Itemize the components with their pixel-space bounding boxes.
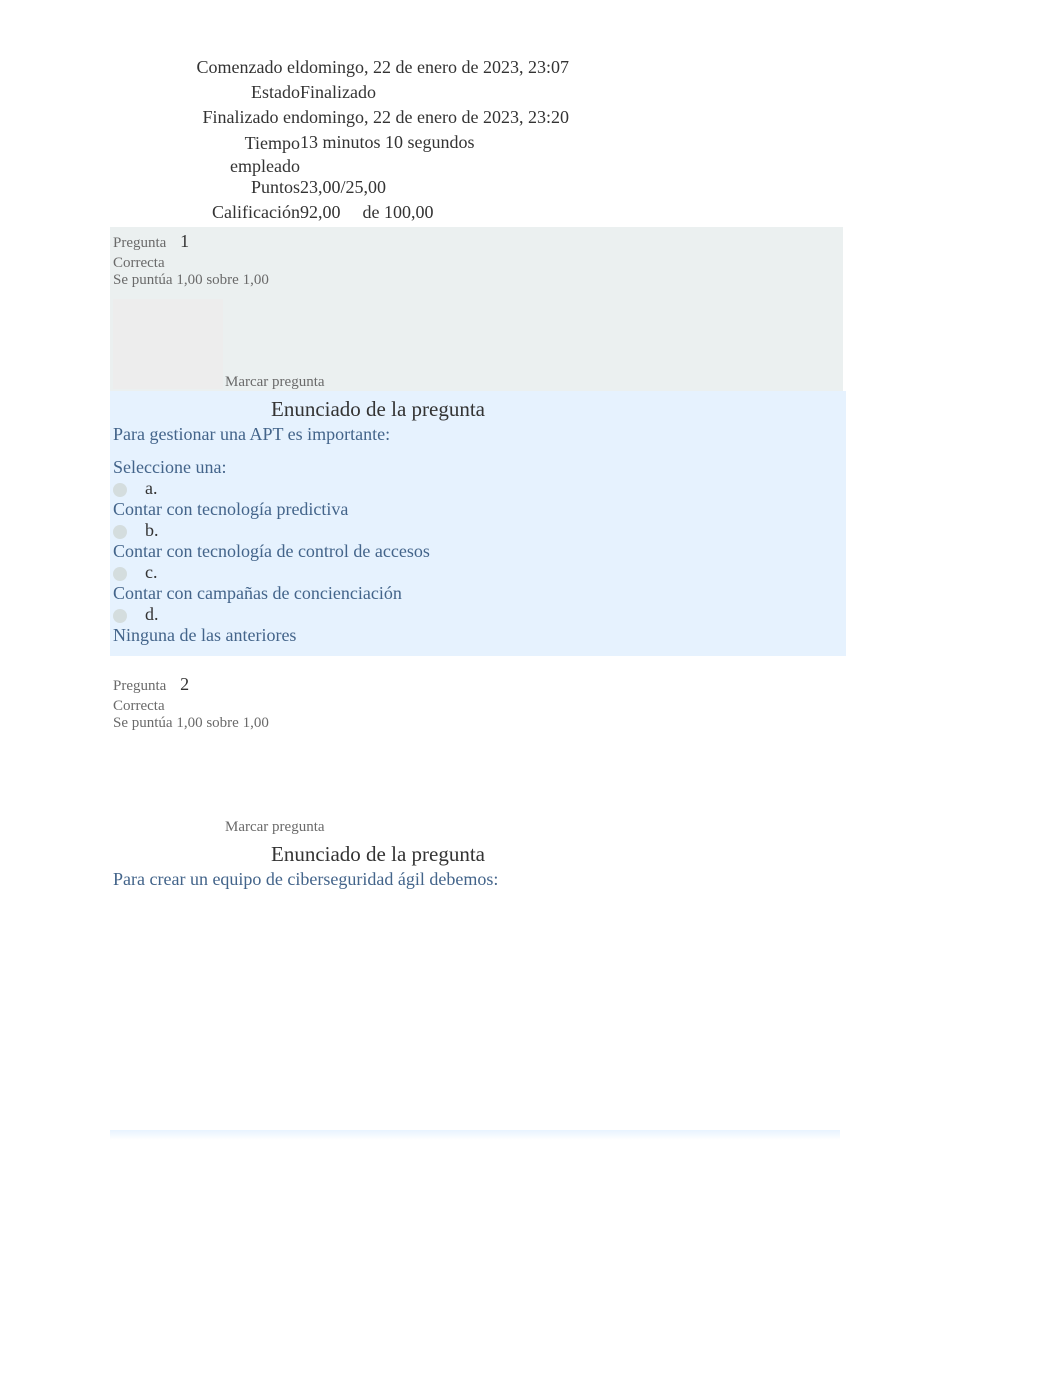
- summary-row-time: Tiempo empleado 13 minutos 10 segundos: [110, 132, 940, 177]
- radio-icon[interactable]: [113, 567, 127, 581]
- question1-option-c-letter: c.: [145, 562, 158, 582]
- question2-flag-image-placeholder: [113, 742, 223, 834]
- question1-number: 1: [180, 231, 189, 251]
- question1-option-a-text: Contar con tecnología predictiva: [113, 499, 843, 520]
- question1-option-b-letter: b.: [145, 520, 159, 540]
- radio-icon[interactable]: [113, 483, 127, 497]
- question1-option-d-letter: d.: [145, 604, 159, 624]
- time-label-line1: Tiempo: [245, 133, 300, 153]
- question1-correct: Correcta: [113, 255, 843, 272]
- question2-flag-link[interactable]: Marcar pregunta: [225, 819, 843, 836]
- question1-option-d-text: Ninguna de las anteriores: [113, 625, 843, 646]
- question1-flag-image-placeholder: [113, 299, 223, 389]
- summary-label-points: Puntos: [110, 177, 300, 202]
- question2-number: 2: [180, 674, 189, 694]
- grade-of: de 100,00: [363, 202, 434, 222]
- summary-row-state: Estado Finalizado: [110, 82, 940, 107]
- question1-header-line: Pregunta 1: [113, 231, 843, 252]
- question2-header-line: Pregunta 2: [113, 674, 843, 695]
- question1-option-a-row: a.: [113, 478, 843, 499]
- question1-option-c-text: Contar con campañas de concienciación: [113, 583, 843, 604]
- question1-label: Pregunta: [113, 235, 166, 251]
- summary-row-grade: Calificación 92,00 de 100,00: [110, 202, 940, 227]
- summary-table: Comenzado el domingo, 22 de enero de 202…: [110, 57, 940, 227]
- question1-option-b-row: b.: [113, 520, 843, 541]
- question2-enunciado-block: Enunciado de la pregunta Para crear un e…: [110, 836, 846, 1130]
- summary-row-points: Puntos 23,00/25,00: [110, 177, 940, 202]
- summary-value-started: domingo, 22 de enero de 2023, 23:07: [300, 57, 940, 82]
- question2-correct: Correcta: [113, 698, 843, 715]
- summary-value-state: Finalizado: [300, 82, 940, 107]
- summary-row-finished: Finalizado en domingo, 22 de enero de 20…: [110, 107, 940, 132]
- summary-value-grade: 92,00 de 100,00: [300, 202, 940, 227]
- question1-enunciado-title: Enunciado de la pregunta: [113, 391, 843, 422]
- question1-option-c-row: c.: [113, 562, 843, 583]
- question1-enunciado-block: Enunciado de la pregunta Para gestionar …: [110, 391, 846, 656]
- grade-score: 92,00: [300, 202, 358, 223]
- summary-label-started: Comenzado el: [110, 57, 300, 82]
- question1-option-d-row: d.: [113, 604, 843, 625]
- question1-text: Para gestionar una APT es importante:: [113, 424, 843, 445]
- summary-value-finished: domingo, 22 de enero de 2023, 23:20: [300, 107, 940, 132]
- question2-enunciado-title: Enunciado de la pregunta: [113, 836, 843, 867]
- question2-label: Pregunta: [113, 678, 166, 694]
- time-label-line2: empleado: [230, 156, 300, 176]
- radio-icon[interactable]: [113, 525, 127, 539]
- question1-points: Se puntúa 1,00 sobre 1,00: [113, 272, 843, 289]
- bottom-fade: [110, 1130, 840, 1140]
- question2-header-block: Pregunta 2 Correcta Se puntúa 1,00 sobre…: [110, 656, 843, 836]
- summary-label-time: Tiempo empleado: [110, 132, 300, 177]
- summary-label-state: Estado: [110, 82, 300, 107]
- summary-label-grade: Calificación: [110, 202, 300, 227]
- question1-flag-link[interactable]: Marcar pregunta: [225, 374, 843, 391]
- summary-row-started: Comenzado el domingo, 22 de enero de 202…: [110, 57, 940, 82]
- summary-label-finished: Finalizado en: [110, 107, 300, 132]
- question1-option-a-letter: a.: [145, 478, 158, 498]
- question1-option-b-text: Contar con tecnología de control de acce…: [113, 541, 843, 562]
- question2-text: Para crear un equipo de ciberseguridad á…: [113, 869, 843, 890]
- radio-icon[interactable]: [113, 609, 127, 623]
- question1-select-one: Seleccione una:: [113, 457, 843, 478]
- summary-value-points: 23,00/25,00: [300, 177, 940, 202]
- question1-header-block: Pregunta 1 Correcta Se puntúa 1,00 sobre…: [110, 227, 843, 391]
- summary-value-time: 13 minutos 10 segundos: [300, 132, 940, 177]
- question2-points: Se puntúa 1,00 sobre 1,00: [113, 715, 843, 732]
